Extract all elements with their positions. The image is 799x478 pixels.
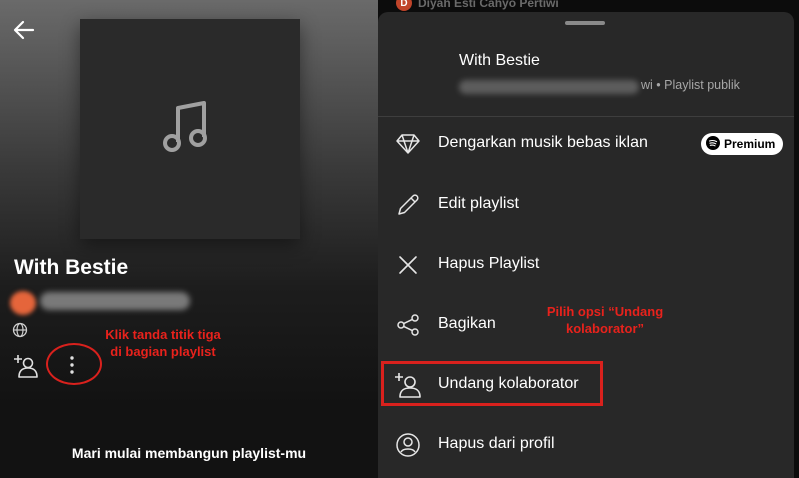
annotation-left: Klik tanda titik tiga di bagian playlist	[105, 327, 221, 359]
highlight-box	[381, 361, 603, 406]
sheet-playlist-title: With Bestie	[459, 52, 540, 69]
menu-label: Edit playlist	[438, 195, 519, 212]
owner-avatar[interactable]	[10, 291, 36, 315]
divider	[378, 116, 794, 117]
owner-name-blurred[interactable]	[40, 292, 190, 310]
drag-handle[interactable]	[565, 21, 605, 25]
menu-label: Hapus Playlist	[438, 255, 540, 272]
behind-avatar: D	[396, 0, 412, 11]
spotify-icon	[706, 135, 720, 153]
premium-badge[interactable]: Premium	[701, 133, 784, 155]
user-circle-icon	[394, 431, 422, 459]
behind-owner-row: D Diyah Esti Cahyo Pertiwi	[396, 0, 559, 12]
empty-playlist-cta: Mari mulai membangun playlist-mu	[71, 445, 307, 461]
playlist-cover	[80, 19, 300, 239]
playlist-page: With Bestie Klik tanda titik tiga di bag…	[0, 0, 378, 478]
add-collaborator-icon[interactable]	[13, 354, 39, 383]
menu-label: Dengarkan musik bebas iklan	[438, 134, 648, 151]
globe-icon	[12, 322, 28, 343]
sheet-owner-blurred	[459, 80, 639, 94]
premium-label: Premium	[724, 137, 776, 151]
options-screen: D Diyah Esti Cahyo Pertiwi With Bestie w…	[378, 0, 799, 478]
annotation-right: Pilih opsi “Undang kolaborator”	[546, 304, 664, 336]
bottom-sheet: With Bestie wi • Playlist publik Dengark…	[378, 12, 794, 478]
diamond-icon	[394, 130, 422, 158]
menu-item-delete-playlist[interactable]: Hapus Playlist	[378, 244, 794, 284]
menu-label: Bagikan	[438, 315, 496, 332]
close-icon	[394, 251, 422, 279]
back-arrow-icon[interactable]	[12, 18, 36, 42]
pencil-icon	[394, 191, 422, 219]
menu-label: Hapus dari profil	[438, 435, 555, 452]
music-note-icon	[160, 97, 220, 162]
playlist-title: With Bestie	[14, 256, 129, 279]
highlight-ellipse	[46, 343, 102, 385]
menu-item-remove-from-profile[interactable]: Hapus dari profil	[378, 424, 794, 464]
share-icon	[394, 311, 422, 339]
sheet-subtitle: wi • Playlist publik	[641, 78, 740, 92]
behind-owner-name: Diyah Esti Cahyo Pertiwi	[418, 0, 559, 10]
menu-item-edit-playlist[interactable]: Edit playlist	[378, 184, 794, 224]
